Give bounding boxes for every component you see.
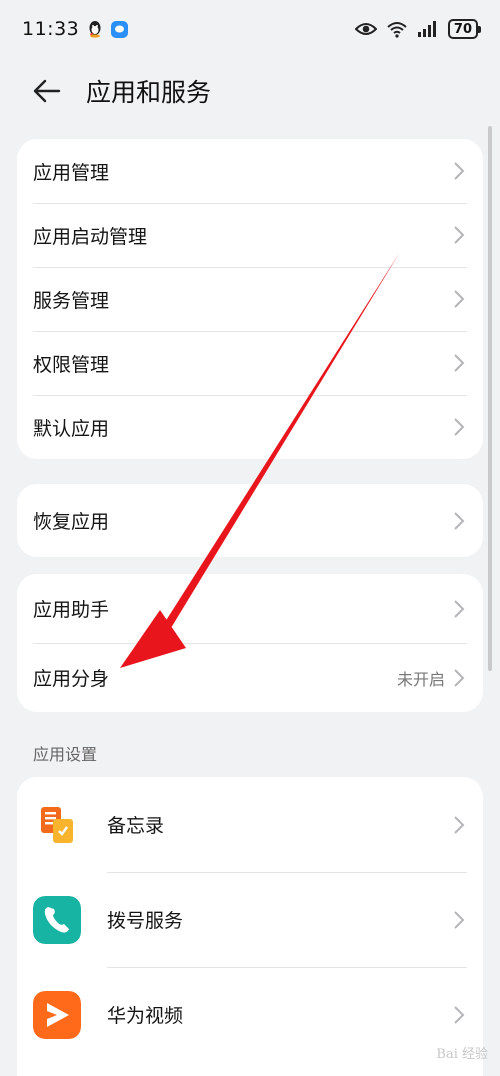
chevron-right-icon [454,226,465,244]
battery-level: 70 [453,21,472,37]
video-icon [33,990,81,1039]
row-label: 权限管理 [33,353,110,376]
row-label: 恢复应用 [33,511,110,533]
row-label: 应用启动管理 [33,225,148,248]
chevron-right-icon [454,354,465,372]
row-app-launch-management[interactable]: 应用启动管理 [17,203,483,267]
app-left: 拨号服务 [33,895,184,944]
app-left: 备忘录 [33,801,164,849]
page-title: 应用和服务 [86,78,212,107]
row-right: 未开启 [397,666,465,690]
message-icon [111,20,129,38]
status-time: 11:33 [22,18,80,40]
status-left: 11:33 [22,18,129,40]
phone-icon [33,895,81,944]
row-label: 应用分身 [33,668,110,690]
watermark: Bai 经验 [436,1047,488,1062]
chevron-right-icon [454,290,465,308]
row-default-apps[interactable]: 默认应用 [17,395,483,459]
back-arrow-icon[interactable] [32,76,62,106]
row-app-assistant[interactable]: 应用助手 [17,574,483,643]
battery-icon: 70 [447,19,482,39]
signal-icon [417,21,436,37]
chevron-right-icon [454,815,465,834]
row-app-twin[interactable]: 应用分身 未开启 [17,643,483,712]
section-title: 应用设置 [33,745,98,764]
row-label: 服务管理 [33,289,110,312]
eye-icon [354,23,377,35]
settings-group-2: 恢复应用 [17,484,483,557]
chevron-right-icon [454,668,465,687]
chevron-right-icon [454,162,465,180]
scrollbar[interactable] [488,126,492,671]
settings-group-3: 应用助手 应用分身 未开启 [17,574,483,712]
status-bar: 11:33 70 [0,0,500,58]
row-value: 未开启 [396,669,445,689]
settings-group-1: 应用管理 应用启动管理 服务管理 权限管理 默认应用 [17,139,483,459]
memo-icon [41,806,73,843]
app-label: 华为视频 [107,1005,184,1027]
status-right: 70 [354,19,482,39]
chevron-right-icon [454,418,465,436]
row-label: 应用助手 [33,599,110,621]
chevron-right-icon [454,1005,465,1024]
row-label: 应用管理 [33,161,110,184]
chevron-right-icon [454,599,465,618]
app-settings-list: 备忘录 拨号服务 华为视频 [17,777,483,1076]
wifi-icon [387,22,407,38]
app-label: 备忘录 [107,815,165,837]
qq-icon [89,21,101,38]
app-row-memo[interactable]: 备忘录 [17,777,483,872]
app-label: 拨号服务 [107,910,184,932]
row-restore-apps[interactable]: 恢复应用 [17,484,483,557]
chevron-right-icon [454,910,465,929]
app-row-huawei-video[interactable]: 华为视频 [17,967,483,1062]
app-row-dialer[interactable]: 拨号服务 [17,872,483,967]
row-label: 默认应用 [33,417,110,440]
header: 应用和服务 [0,66,500,116]
row-service-management[interactable]: 服务管理 [17,267,483,331]
chevron-right-icon [454,511,465,530]
row-permission-management[interactable]: 权限管理 [17,331,483,395]
row-app-management[interactable]: 应用管理 [17,139,483,203]
app-left: 华为视频 [33,990,184,1039]
